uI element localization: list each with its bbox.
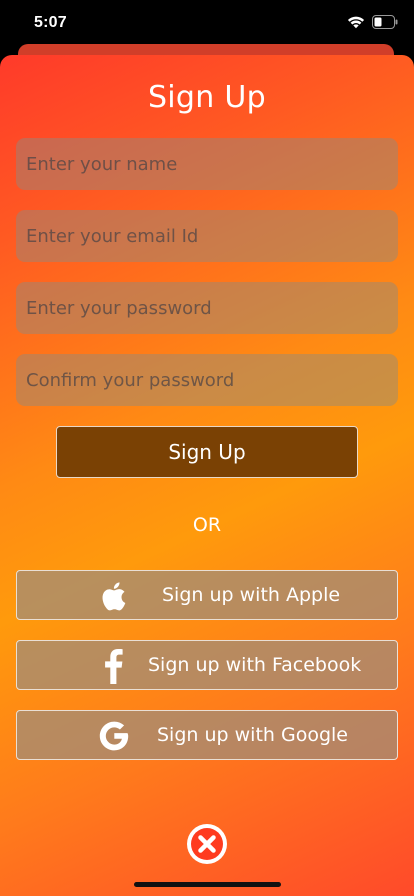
confirm-password-input[interactable] [16, 354, 398, 406]
facebook-signup-label: Sign up with Facebook [148, 654, 362, 676]
battery-icon [372, 15, 398, 29]
status-time: 5:07 [34, 14, 67, 31]
facebook-icon [105, 649, 123, 684]
apple-signup-label: Sign up with Apple [162, 584, 341, 606]
password-input[interactable] [16, 282, 398, 334]
page-title: Sign Up [147, 80, 267, 115]
or-divider: OR [192, 514, 222, 536]
home-indicator [134, 882, 281, 887]
name-input[interactable] [16, 138, 398, 190]
google-signup-button[interactable]: Sign up with Google [16, 710, 398, 760]
email-input[interactable] [16, 210, 398, 262]
signup-button[interactable]: Sign Up [56, 426, 358, 478]
close-icon[interactable] [186, 823, 228, 865]
facebook-signup-button[interactable]: Sign up with Facebook [16, 640, 398, 690]
google-signup-label: Sign up with Google [157, 724, 348, 746]
apple-signup-button[interactable]: Sign up with Apple [16, 570, 398, 620]
wifi-icon [347, 16, 365, 29]
google-icon [99, 721, 129, 751]
signup-sheet: Sign Up Sign Up OR Sign up with Apple Si… [0, 55, 414, 896]
status-bar: 5:07 [0, 0, 414, 44]
apple-icon [102, 582, 126, 611]
